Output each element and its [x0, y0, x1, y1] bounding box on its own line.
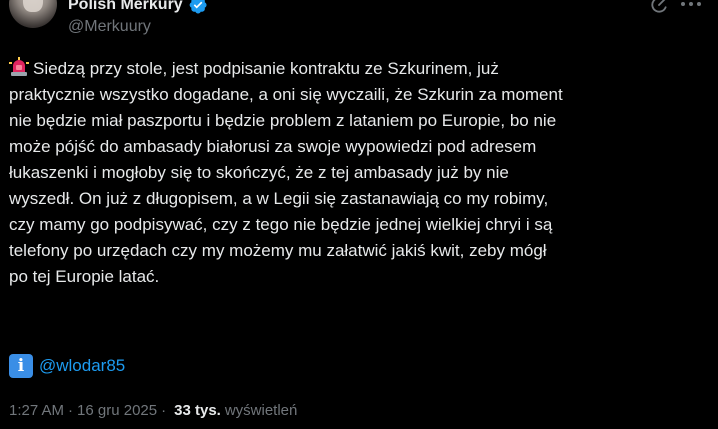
more-dot — [697, 2, 701, 6]
more-dot — [681, 2, 685, 6]
tweet-date[interactable]: 16 gru 2025 — [77, 402, 157, 419]
mention-row: i @wlodar85 — [9, 353, 125, 379]
tweet-meta: 1:27 AM · 16 gru 2025 · 33 tys. wyświetl… — [9, 402, 297, 419]
views-label: wyświetleń — [224, 402, 298, 419]
tweet-body-text: Siedzą przy stole, jest podpisanie kontr… — [9, 59, 563, 286]
mention-link[interactable]: @wlodar85 — [39, 356, 125, 376]
police-car-light-icon — [9, 57, 29, 76]
information-icon: i — [9, 354, 33, 378]
author-handle[interactable]: @Merkuury — [68, 18, 151, 36]
author-name-row: Polish Merkury — [68, 0, 208, 16]
verified-badge-icon — [189, 0, 207, 14]
tweet-text: Siedzą przy stole, jest podpisanie kontr… — [9, 56, 709, 290]
more-icon[interactable] — [681, 0, 701, 14]
more-dot — [689, 2, 693, 6]
grok-icon[interactable] — [648, 0, 670, 16]
views-count: 33 tys. — [174, 402, 221, 419]
meta-separator: · — [68, 402, 74, 419]
tweet-card: Polish Merkury @Merkuury Siedzą przy sto… — [0, 0, 718, 429]
meta-separator: · — [161, 402, 167, 419]
avatar[interactable] — [9, 0, 57, 28]
tweet-time[interactable]: 1:27 AM — [9, 402, 64, 419]
display-name[interactable]: Polish Merkury — [68, 0, 183, 14]
